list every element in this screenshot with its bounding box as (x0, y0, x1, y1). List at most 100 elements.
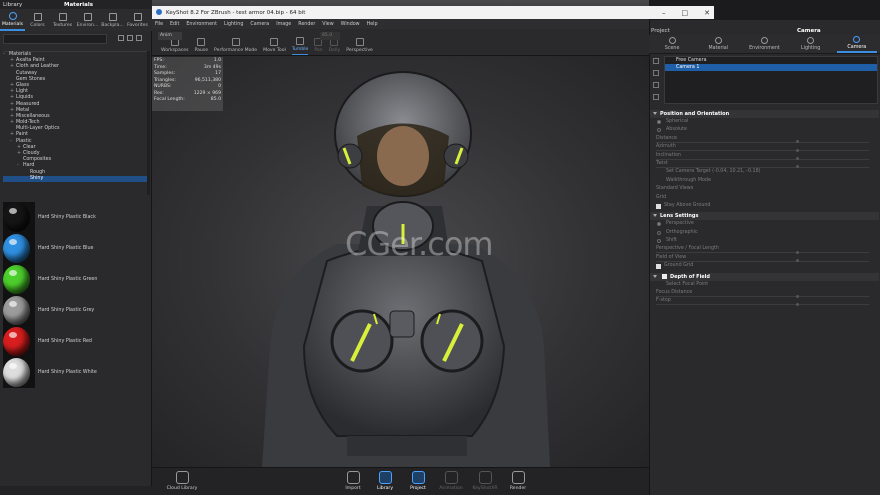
section-lens[interactable]: Lens Settings (650, 212, 879, 221)
menu-file[interactable]: File (155, 22, 163, 27)
prop-check[interactable]: Stay Above Ground (650, 202, 879, 210)
project-tab-2[interactable]: Environment (744, 35, 784, 53)
bottom-button-3[interactable]: Project (405, 471, 431, 491)
prop-slider[interactable]: Perspective / Focal Length (650, 245, 879, 254)
bottom-button-0[interactable]: Cloud Library (162, 471, 202, 491)
folder-icon[interactable] (127, 35, 133, 41)
add-camera-icon[interactable] (653, 58, 659, 64)
material-ball (3, 296, 30, 325)
project-tab-1[interactable]: Material (698, 35, 738, 53)
grid-view-icon[interactable] (136, 35, 142, 41)
checkbox-icon[interactable] (656, 264, 661, 270)
menu-camera[interactable]: Camera (250, 22, 269, 27)
library-tab-4[interactable]: Backpla... (100, 9, 125, 31)
menu-image[interactable]: Image (276, 22, 291, 27)
menu-window[interactable]: Window (341, 22, 360, 27)
prop-slider[interactable]: F-stop (650, 297, 879, 306)
project-tab-0[interactable]: Scene (652, 35, 692, 53)
close-icon[interactable]: ✕ (704, 9, 710, 17)
prop-label: Absolute (666, 127, 687, 133)
prop-radio[interactable]: Shift (650, 237, 879, 245)
toolbar-button-3[interactable]: Move Tool (263, 38, 286, 55)
toolbar-button-4[interactable]: Tumble (291, 37, 309, 55)
prop-button[interactable]: Walkthrough Mode (650, 177, 879, 185)
menu-help[interactable]: Help (367, 22, 378, 27)
toolbar-button-0[interactable]: Workspaces (161, 38, 189, 55)
lock-camera-icon[interactable] (653, 82, 659, 88)
library-tab-label: Materials (1, 21, 24, 27)
dof-checkbox-icon[interactable] (662, 274, 667, 280)
radio-icon[interactable] (657, 128, 661, 133)
slider-track[interactable] (656, 304, 869, 306)
menu-environment[interactable]: Environment (186, 22, 217, 27)
tree-node[interactable]: Shiny (3, 175, 147, 182)
section-depth-of-field[interactable]: Depth of Field (650, 272, 879, 281)
toolbar-button-6[interactable]: Dolly (328, 38, 341, 55)
prop-slider[interactable]: Inclination (650, 152, 879, 161)
radio-icon[interactable] (657, 120, 661, 124)
radio-icon[interactable] (657, 222, 661, 227)
material-thumbnail[interactable]: Hard Shiny Plastic Blue (3, 233, 150, 264)
material-thumbnail[interactable]: Hard Shiny Plastic Grey (3, 295, 150, 326)
library-tab-1[interactable]: Colors (25, 9, 50, 31)
bottom-button-1[interactable]: Import (340, 471, 366, 491)
duplicate-camera-icon[interactable] (653, 70, 659, 76)
maximize-icon[interactable]: □ (682, 9, 689, 17)
prop-slider[interactable]: Field of View (650, 254, 879, 263)
prop-radio[interactable]: Spherical (650, 118, 879, 126)
toolbar-button-7[interactable]: Perspective (346, 38, 373, 55)
material-thumbnail[interactable]: Hard Shiny Plastic Green (3, 264, 150, 295)
menu-edit[interactable]: Edit (170, 22, 179, 27)
slider-knob[interactable] (796, 302, 799, 306)
tree-node-label: Materials (9, 52, 31, 57)
anim-field[interactable]: Anim (158, 32, 182, 40)
prop-radio[interactable]: Perspective (650, 220, 879, 228)
fov-field[interactable]: 85.0 (320, 32, 340, 40)
project-tab-label: Camera (847, 45, 867, 50)
prop-radio[interactable]: Absolute (650, 126, 879, 134)
camera-list-item[interactable]: Free Camera (665, 57, 877, 64)
radio-icon[interactable] (657, 230, 661, 235)
window-title: KeyShot 8.2 For ZBrush - test armor 04.b… (166, 9, 306, 16)
prop-label: Set Camera Target (-0.04, 10.21, -0.18) (666, 169, 761, 175)
tree-scrollbar[interactable] (147, 51, 150, 195)
prop-slider[interactable]: Azimuth (650, 143, 879, 152)
menu-view[interactable]: View (322, 22, 333, 27)
material-thumbnail[interactable]: Hard Shiny Plastic Red (3, 326, 150, 357)
prop-label: Orthographic (666, 229, 698, 235)
bottom-button-4[interactable]: Animation (438, 471, 464, 491)
toolbar-button-label: Dolly (328, 48, 341, 53)
bottom-button-5[interactable]: KeyShotXR (472, 471, 498, 491)
bottom-button-6[interactable]: Render (505, 471, 531, 491)
view-list-icon[interactable] (118, 35, 124, 41)
prop-slider[interactable]: Distance (650, 135, 879, 144)
bottom-button-2[interactable]: Library (372, 471, 398, 491)
prop-slider[interactable]: Twist (650, 160, 879, 169)
library-search-input[interactable] (3, 34, 107, 44)
library-tab-0[interactable]: Materials (0, 9, 25, 31)
radio-icon[interactable] (657, 239, 661, 244)
toolbar-button-1[interactable]: Pause (195, 38, 208, 55)
delete-camera-icon[interactable] (653, 94, 659, 100)
prop-button[interactable]: Select Focal Point (650, 281, 879, 289)
toolbar-button-2[interactable]: Performance Mode (214, 38, 257, 55)
minimize-icon[interactable]: – (662, 9, 666, 17)
menu-render[interactable]: Render (298, 22, 315, 27)
project-tab-3[interactable]: Lighting (791, 35, 831, 53)
prop-button[interactable]: Set Camera Target (-0.04, 10.21, -0.18) (650, 168, 879, 176)
material-thumbnail[interactable]: Hard Shiny Plastic White (3, 357, 150, 388)
prop-check[interactable]: Ground Grid (650, 262, 879, 270)
library-tab-2[interactable]: Textures (50, 9, 75, 31)
project-tab-4[interactable]: Camera (836, 35, 877, 53)
prop-radio[interactable]: Orthographic (650, 229, 879, 237)
tree-node-label: Cloudy (23, 151, 40, 156)
toolbar-button-5[interactable]: Pan (314, 38, 323, 55)
section-position[interactable]: Position and Orientation (650, 110, 879, 118)
prop-slider[interactable]: Focus Distance (650, 289, 879, 298)
library-tab-3[interactable]: Environ... (75, 9, 100, 31)
menu-lighting[interactable]: Lighting (224, 22, 243, 27)
checkbox-icon[interactable] (656, 203, 661, 209)
library-tab-5[interactable]: Favorites (125, 9, 150, 31)
material-thumbnail[interactable]: Hard Shiny Plastic Black (3, 202, 150, 233)
camera-list-item[interactable]: Camera 1 (665, 64, 877, 71)
